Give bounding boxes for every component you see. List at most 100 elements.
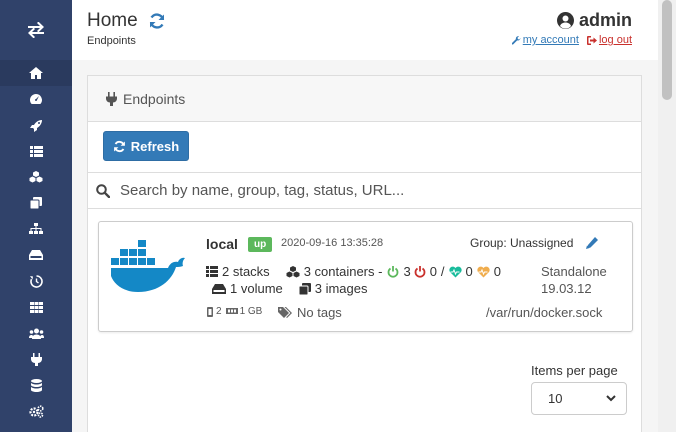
memory-icon	[225, 308, 238, 314]
containers-stat: 3 containers -	[286, 264, 383, 279]
page-header: Home Endpoints admin my account log out	[72, 0, 658, 60]
sidebar-item-users[interactable]	[0, 320, 72, 346]
refresh-icon	[113, 140, 125, 152]
sidebar-item-endpoints[interactable]	[0, 346, 72, 372]
sidebar-item-host[interactable]	[0, 294, 72, 320]
endpoint-type: Standalone 19.03.12	[541, 263, 607, 297]
power-off-icon	[414, 265, 426, 278]
heartbeat-unhealthy-icon	[477, 266, 490, 277]
endpoint-group-label: Group: Unassigned	[470, 236, 574, 250]
database-icon	[30, 378, 42, 392]
endpoint-type-label: Standalone	[541, 264, 607, 279]
sidebar	[0, 0, 72, 432]
docker-logo-icon	[111, 240, 185, 292]
hdd-icon	[212, 283, 226, 294]
clone-icon	[298, 282, 311, 295]
cubes-icon	[29, 171, 43, 183]
cogs-icon	[28, 404, 44, 418]
unhealthy-count: 0	[493, 264, 502, 279]
refresh-button-label: Refresh	[130, 138, 180, 154]
status-badge: up	[248, 237, 273, 252]
username: admin	[578, 10, 632, 30]
sidebar-item-events[interactable]	[0, 268, 72, 294]
sitemap-icon	[29, 223, 43, 234]
endpoint-url: /var/run/docker.sock	[486, 305, 603, 320]
running-stat: 3	[387, 264, 411, 279]
items-per-page-select[interactable]: 10	[531, 382, 627, 415]
th-icon	[29, 301, 43, 313]
stacks-count: 2 stacks	[222, 264, 270, 279]
sidebar-item-volumes[interactable]	[0, 242, 72, 268]
sidebar-item-containers[interactable]	[0, 164, 72, 190]
home-icon	[29, 67, 43, 79]
stopped-stat: 0	[414, 264, 437, 279]
refresh-icon[interactable]	[148, 12, 166, 30]
volumes-stat: 1 volume	[212, 281, 283, 296]
items-per-page-label: Items per page	[531, 363, 618, 378]
endpoints-panel: Endpoints Refresh local up 2020-09-16 13…	[87, 75, 642, 432]
th-list-icon	[206, 266, 218, 277]
page-scrollbar[interactable]	[658, 0, 676, 432]
clone-icon	[30, 197, 42, 209]
stopped-count: 0	[429, 264, 437, 279]
containers-count: 3 containers -	[303, 264, 383, 279]
running-count: 3	[403, 264, 411, 279]
history-icon	[29, 274, 43, 288]
my-account-label: my account	[522, 34, 579, 46]
endpoint-name: local	[206, 236, 238, 252]
stats-separator: /	[440, 264, 445, 279]
exchange-icon	[28, 22, 44, 38]
panel-title: Endpoints	[123, 90, 186, 107]
dashboard-icon	[30, 94, 42, 104]
list-icon	[29, 145, 43, 157]
sidebar-item-home[interactable]	[0, 60, 72, 86]
unhealthy-stat: 0	[477, 264, 501, 279]
cpu-count: 2	[216, 306, 222, 317]
sidebar-item-stacks[interactable]	[0, 138, 72, 164]
app-logo[interactable]	[0, 0, 72, 60]
wrench-icon	[511, 35, 521, 45]
log-out-link[interactable]: log out	[586, 34, 632, 46]
endpoint-resources: 2 1 GB	[206, 306, 262, 317]
endpoint-stats-row-2: 1 volume 3 images	[206, 281, 368, 296]
heartbeat-healthy-icon	[448, 266, 462, 277]
refresh-button[interactable]: Refresh	[103, 131, 189, 161]
plug-icon	[106, 91, 117, 106]
sidebar-item-images[interactable]	[0, 190, 72, 216]
chevron-down-icon	[606, 395, 616, 402]
scrollbar-thumb[interactable]	[662, 0, 672, 100]
stacks-stat: 2 stacks	[206, 264, 270, 279]
plug-icon	[30, 352, 42, 366]
sidebar-item-dashboard[interactable]	[0, 86, 72, 112]
user-menu: admin	[556, 10, 632, 31]
tags-icon	[278, 306, 292, 318]
log-out-label: log out	[598, 34, 632, 46]
search-bar	[88, 172, 641, 209]
cubes-icon	[286, 265, 300, 277]
endpoint-tags: No tags	[278, 305, 342, 320]
search-input[interactable]	[120, 182, 620, 199]
pencil-icon[interactable]	[586, 237, 599, 249]
endpoint-card[interactable]: local up 2020-09-16 13:35:28 Group: Unas…	[98, 221, 633, 332]
cpu-icon	[207, 306, 213, 317]
breadcrumb: Endpoints	[87, 35, 136, 47]
sidebar-item-settings[interactable]	[0, 398, 72, 424]
endpoint-group: Group: Unassigned	[470, 236, 599, 250]
page-title-text: Home	[87, 10, 138, 31]
sidebar-item-networks[interactable]	[0, 216, 72, 242]
my-account-link[interactable]: my account	[511, 34, 579, 46]
images-stat: 3 images	[298, 281, 368, 296]
header-links: my account log out	[511, 34, 632, 46]
rocket-icon	[29, 119, 42, 132]
panel-heading: Endpoints	[88, 76, 641, 122]
page-title: Home	[87, 10, 166, 32]
items-per-page-value: 10	[548, 391, 563, 406]
healthy-count: 0	[465, 264, 473, 279]
sidebar-item-registries[interactable]	[0, 372, 72, 398]
sidebar-item-app-templates[interactable]	[0, 112, 72, 138]
sign-out-icon	[586, 35, 597, 45]
healthy-stat: 0	[448, 264, 473, 279]
memory-amount: 1 GB	[239, 306, 263, 317]
search-icon	[96, 183, 110, 198]
tags-label: No tags	[297, 305, 342, 320]
